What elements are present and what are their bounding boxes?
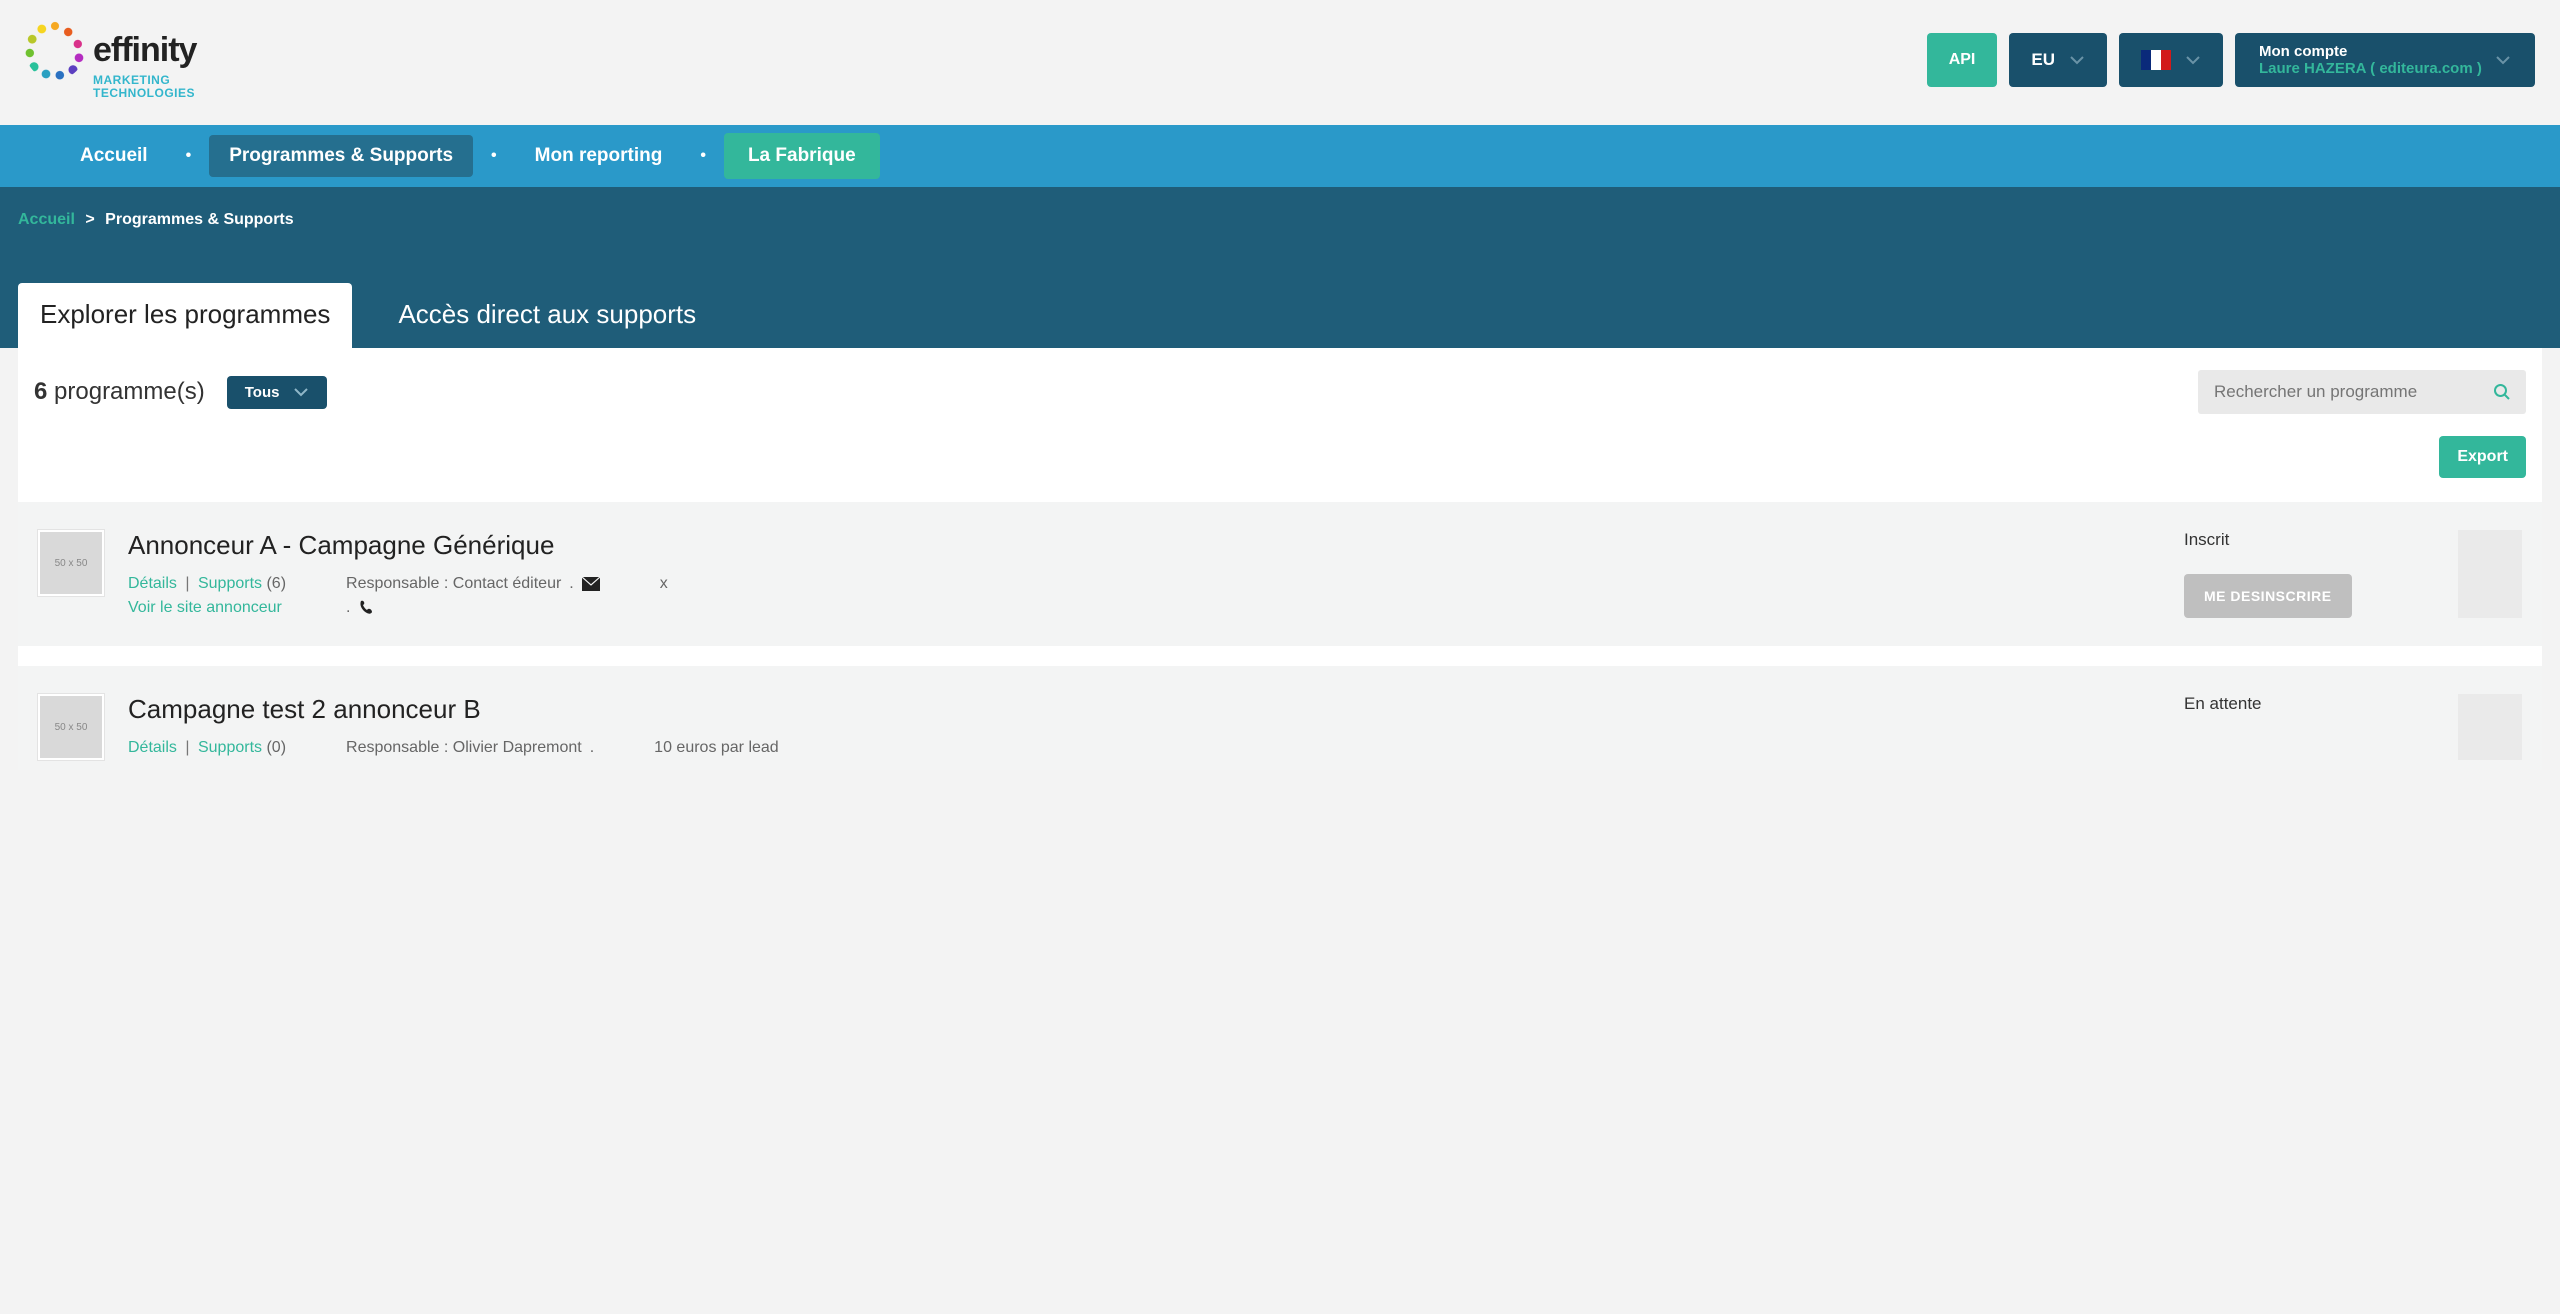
api-button[interactable]: API [1927, 33, 1998, 87]
export-button[interactable]: Export [2439, 436, 2526, 478]
program-thumbnail: 50 x 50 [38, 694, 104, 760]
logo[interactable]: effinity MARKETINGTECHNOLOGIES [25, 20, 196, 100]
logo-mark [25, 20, 85, 80]
program-row-gutter [2458, 694, 2522, 760]
account-menu[interactable]: Mon compte Laure HAZERA ( editeura.com ) [2235, 33, 2535, 87]
nav-accueil[interactable]: Accueil [60, 135, 168, 177]
chevron-down-icon [293, 387, 309, 397]
program-list: 50 x 50 Annonceur A - Campagne Générique… [18, 502, 2542, 770]
search-input[interactable] [2198, 370, 2478, 414]
program-extra: 10 euros par lead [654, 739, 779, 757]
mail-icon [582, 577, 600, 591]
header-controls: API EU Mon compte Laure HAZERA ( editeur… [1927, 33, 2535, 87]
nav-mon-reporting[interactable]: Mon reporting [515, 135, 683, 177]
phone-icon [358, 600, 374, 616]
content-panel: 6 programme(s) Tous Export 50 x 50 Annon… [18, 348, 2542, 770]
chevron-down-icon [2069, 55, 2085, 65]
search-box [2198, 370, 2526, 414]
nav-separator: • [186, 147, 192, 165]
top-bar: effinity MARKETINGTECHNOLOGIES API EU Mo… [0, 0, 2560, 125]
program-row: 50 x 50 Annonceur A - Campagne Générique… [18, 502, 2542, 646]
nav-programmes-supports[interactable]: Programmes & Supports [209, 135, 473, 177]
program-details-link[interactable]: Détails [128, 739, 177, 756]
subheader: Accueil > Programmes & Supports Explorer… [0, 187, 2560, 348]
breadcrumb: Accueil > Programmes & Supports [18, 211, 2542, 229]
program-status: En attente [2184, 694, 2262, 714]
program-supports-link[interactable]: Supports [198, 739, 262, 756]
program-site-link[interactable]: Voir le site annonceur [128, 599, 282, 616]
chevron-down-icon [2185, 55, 2201, 65]
account-user: Laure HAZERA ( editeura.com ) [2259, 60, 2482, 77]
program-title: Campagne test 2 annonceur B [128, 694, 2160, 725]
program-extra: x [660, 575, 668, 593]
tab-explorer-programmes[interactable]: Explorer les programmes [18, 283, 352, 348]
program-thumbnail: 50 x 50 [38, 530, 104, 596]
main-nav: Accueil • Programmes & Supports • Mon re… [0, 125, 2560, 187]
breadcrumb-home[interactable]: Accueil [18, 211, 75, 228]
program-row: 50 x 50 Campagne test 2 annonceur B Déta… [18, 666, 2542, 770]
breadcrumb-current: Programmes & Supports [105, 211, 293, 228]
program-responsable: Responsable : Contact éditeur [346, 575, 561, 593]
search-button[interactable] [2478, 370, 2526, 414]
nav-separator: • [700, 147, 706, 165]
program-details-link[interactable]: Détails [128, 575, 177, 592]
unsubscribe-button[interactable]: ME DESINSCRIRE [2184, 574, 2352, 618]
tab-acces-supports[interactable]: Accès direct aux supports [376, 283, 718, 348]
program-responsable: Responsable : Olivier Dapremont [346, 739, 582, 757]
nav-separator: • [491, 147, 497, 165]
nav-la-fabrique[interactable]: La Fabrique [724, 133, 880, 179]
program-supports-link[interactable]: Supports [198, 575, 262, 592]
search-icon [2493, 383, 2511, 401]
program-row-gutter [2458, 530, 2522, 618]
program-status: Inscrit [2184, 530, 2229, 550]
logo-wordmark: effinity [93, 31, 196, 70]
region-selector[interactable]: EU [2009, 33, 2107, 87]
flag-fr-icon [2141, 50, 2171, 70]
tab-bar: Explorer les programmes Accès direct aux… [18, 283, 2542, 348]
filter-dropdown[interactable]: Tous [227, 376, 328, 409]
program-title: Annonceur A - Campagne Générique [128, 530, 2160, 561]
chevron-down-icon [2495, 55, 2511, 65]
program-count: 6 programme(s) [34, 378, 205, 406]
logo-subtitle: MARKETINGTECHNOLOGIES [93, 74, 196, 100]
account-label: Mon compte [2259, 43, 2482, 60]
language-selector[interactable] [2119, 33, 2223, 87]
